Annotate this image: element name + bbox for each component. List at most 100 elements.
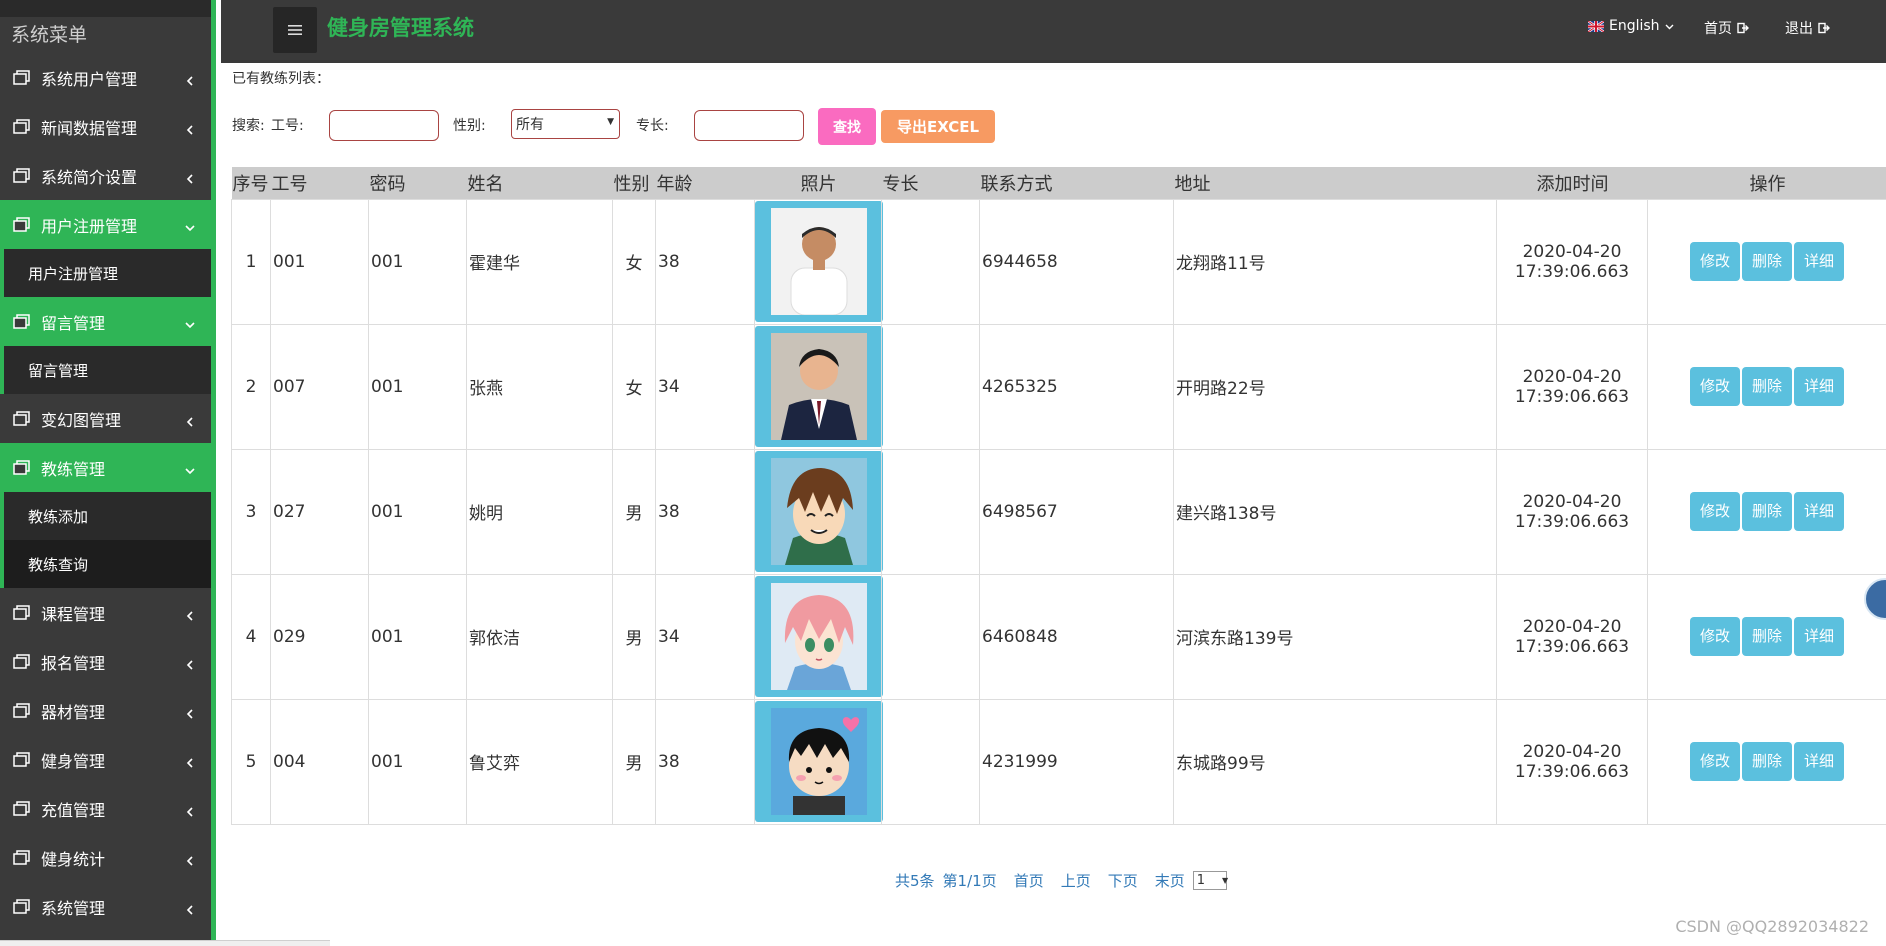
- cell-contact: 4265325: [979, 323, 1174, 450]
- cell-photo: [754, 448, 883, 575]
- cell-photo: [754, 698, 883, 825]
- sidebar-item-3[interactable]: 用户注册管理: [0, 200, 211, 249]
- edit-button[interactable]: 修改: [1689, 492, 1740, 531]
- pager-next-link[interactable]: 下页: [1108, 870, 1138, 891]
- delete-button[interactable]: 删除: [1741, 492, 1792, 531]
- cell-gender: 男: [612, 448, 656, 575]
- gender-select[interactable]: 所有 ▼: [511, 109, 620, 139]
- chevron-left-icon: [184, 852, 196, 866]
- sidebar-item-7[interactable]: 课程管理: [0, 588, 211, 637]
- sidebar-item-4[interactable]: 留言管理: [0, 297, 211, 346]
- detail-button[interactable]: 详细: [1794, 367, 1845, 406]
- chevron-left-icon: [184, 705, 196, 719]
- detail-button[interactable]: 详细: [1794, 242, 1845, 281]
- sidebar-toggle-button[interactable]: [273, 7, 317, 53]
- sidebar-item-label: 充值管理: [41, 800, 106, 820]
- detail-button[interactable]: 详细: [1794, 492, 1845, 531]
- sidebar-nav: 系统用户管理 新闻数据管理 系统简介设置 用户注册管理 用户注册管理 留言管理 留言管理 变幻…: [0, 53, 211, 931]
- cell-address: 龙翔路11号: [1173, 198, 1497, 325]
- sidebar-item-label: 健身统计: [41, 849, 106, 869]
- pager-first-link[interactable]: 首页: [1014, 870, 1044, 891]
- pager-total: 共5条: [895, 872, 935, 890]
- export-excel-button[interactable]: 导出EXCEL: [881, 110, 995, 143]
- pager-last-link[interactable]: 末页: [1155, 870, 1185, 891]
- cell-gender: 男: [612, 698, 656, 825]
- language-label: English: [1609, 18, 1660, 34]
- home-link[interactable]: 首页: [1704, 18, 1749, 38]
- delete-button[interactable]: 删除: [1741, 367, 1792, 406]
- page-select[interactable]: 1 ▼: [1192, 871, 1228, 890]
- cell-no: 2: [231, 323, 271, 450]
- find-button[interactable]: 查找: [818, 108, 876, 145]
- main-content: 已有教练列表： 搜索: 工号: 性别: 所有 ▼ 专长: 查找 导出EXCEL …: [221, 63, 1886, 946]
- detail-button[interactable]: 详细: [1794, 742, 1845, 781]
- home-label: 首页: [1704, 21, 1732, 37]
- cell-password: 001: [368, 698, 467, 825]
- coach-photo: [771, 583, 867, 690]
- coach-photo: [771, 208, 867, 315]
- specialty-label: 专长:: [636, 118, 669, 134]
- sidebar-item-13[interactable]: 系统管理: [0, 882, 211, 931]
- sidebar-item-2[interactable]: 系统简介设置: [0, 151, 211, 200]
- cell-address: 河滨东路139号: [1173, 573, 1497, 700]
- list-caption: 已有教练列表：: [232, 71, 330, 87]
- sidebar-item-8[interactable]: 报名管理: [0, 637, 211, 686]
- edit-button[interactable]: 修改: [1689, 242, 1740, 281]
- language-dropdown[interactable]: English: [1588, 18, 1674, 34]
- edit-button[interactable]: 修改: [1689, 742, 1740, 781]
- sidebar-item-9[interactable]: 器材管理: [0, 686, 211, 735]
- chevron-left-icon: [184, 901, 196, 915]
- cell-actions: 修改 删除 详细: [1647, 323, 1886, 450]
- added-date: 2020-04-20: [1522, 616, 1622, 637]
- cell-specialty: [881, 698, 980, 825]
- chevron-left-icon: [184, 170, 196, 184]
- browser-status-bar: [0, 940, 330, 946]
- edit-button[interactable]: 修改: [1689, 367, 1740, 406]
- employee-id-input[interactable]: [329, 110, 439, 141]
- sidebar-item-11[interactable]: 充值管理: [0, 784, 211, 833]
- chevron-down-icon: [184, 462, 196, 474]
- cell-password: 001: [368, 198, 467, 325]
- sidebar-subitem[interactable]: 用户注册管理: [0, 249, 211, 297]
- cell-specialty: [881, 448, 980, 575]
- pager-prev-link[interactable]: 上页: [1061, 870, 1091, 891]
- specialty-input[interactable]: [694, 110, 804, 141]
- sidebar-item-label: 课程管理: [41, 604, 106, 624]
- sidebar-item-1[interactable]: 新闻数据管理: [0, 102, 211, 151]
- sidebar-item-label: 健身管理: [41, 751, 106, 771]
- cell-actions: 修改 删除 详细: [1647, 698, 1886, 825]
- pagination: 共5条 第1/1页 首页 上页 下页 末页 1 ▼: [895, 870, 1228, 891]
- sidebar-item-0[interactable]: 系统用户管理: [0, 53, 211, 102]
- copy-icon: [13, 604, 31, 621]
- cell-password: 001: [368, 573, 467, 700]
- sidebar-subitem[interactable]: 留言管理: [0, 346, 211, 394]
- sidebar-item-label: 用户注册管理: [41, 216, 138, 236]
- employee-id-label: 工号:: [271, 118, 304, 134]
- delete-button[interactable]: 删除: [1741, 742, 1792, 781]
- sidebar-item-10[interactable]: 健身管理: [0, 735, 211, 784]
- sidebar-subitem[interactable]: 教练查询: [0, 540, 211, 588]
- sidebar-item-6[interactable]: 教练管理: [0, 443, 211, 492]
- added-date: 2020-04-20: [1522, 491, 1622, 512]
- col-header-specialty: 专长: [881, 167, 980, 199]
- photo-frame: [755, 451, 883, 572]
- cell-added-time: 2020-04-20 17:39:06.663: [1496, 698, 1648, 825]
- cell-contact: 6460848: [979, 573, 1174, 700]
- sidebar-item-5[interactable]: 变幻图管理: [0, 394, 211, 443]
- cell-address: 东城路99号: [1173, 698, 1497, 825]
- copy-icon: [13, 849, 31, 866]
- col-header-gender: 性别: [612, 167, 656, 199]
- cell-id: 004: [270, 698, 369, 825]
- cell-contact: 6498567: [979, 448, 1174, 575]
- sidebar-item-12[interactable]: 健身统计: [0, 833, 211, 882]
- delete-button[interactable]: 删除: [1741, 617, 1792, 656]
- logout-link[interactable]: 退出: [1785, 18, 1830, 38]
- added-clock: 17:39:06.663: [1514, 636, 1630, 657]
- edit-button[interactable]: 修改: [1689, 617, 1740, 656]
- sidebar-subitem[interactable]: 教练添加: [0, 492, 211, 540]
- delete-button[interactable]: 删除: [1741, 242, 1792, 281]
- detail-button[interactable]: 详细: [1794, 617, 1845, 656]
- cell-actions: 修改 删除 详细: [1647, 198, 1886, 325]
- hamburger-icon: [288, 25, 302, 35]
- cell-password: 001: [368, 323, 467, 450]
